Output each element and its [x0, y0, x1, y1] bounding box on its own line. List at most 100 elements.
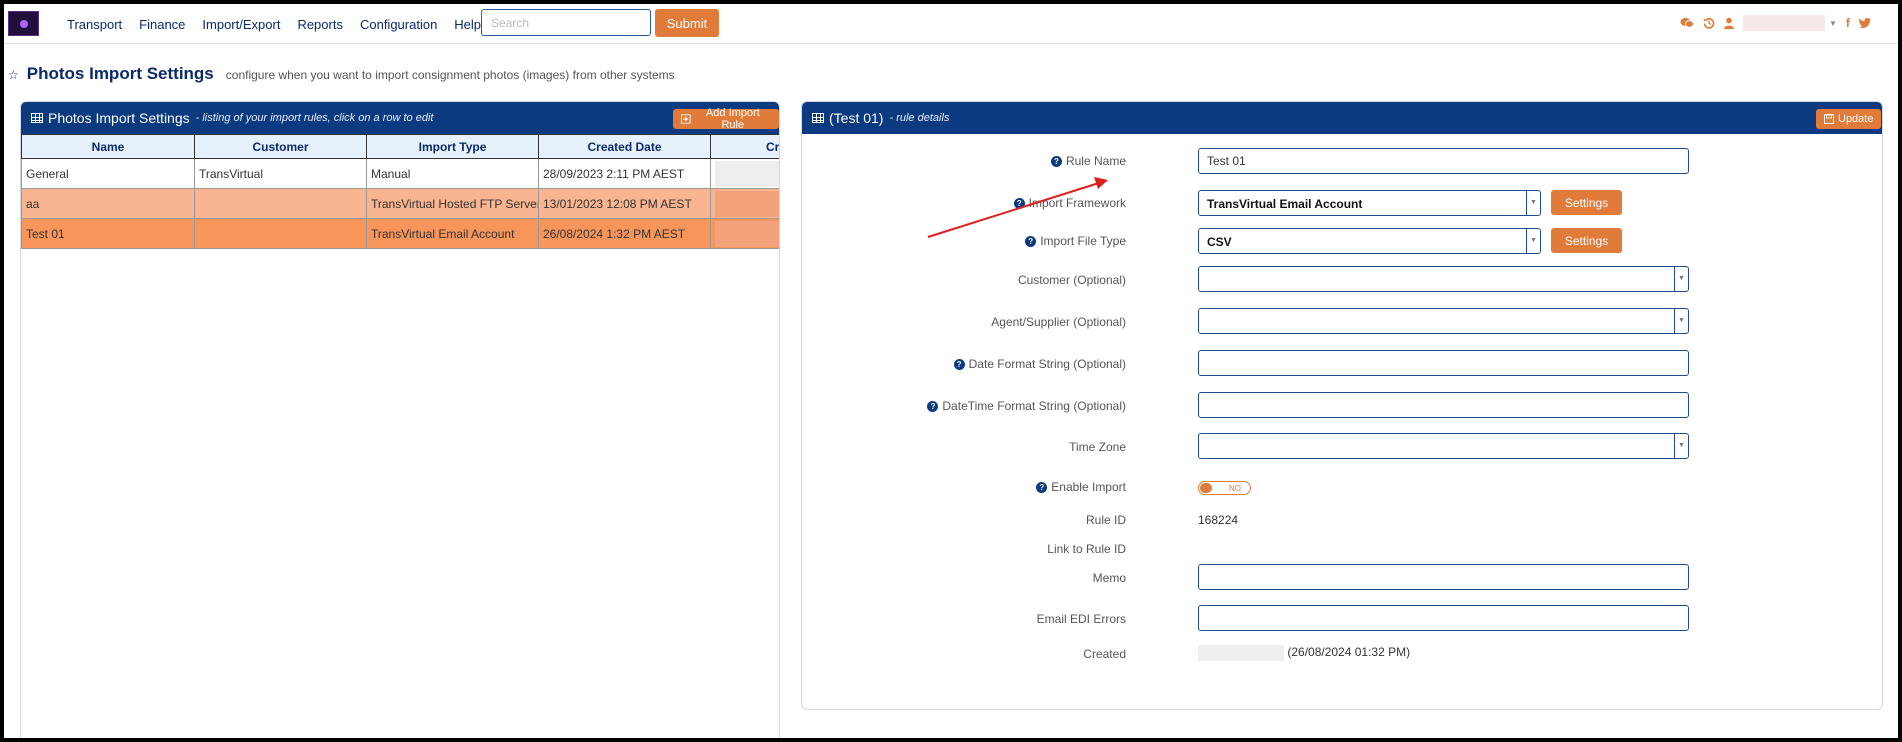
search-input[interactable]: [481, 9, 651, 36]
datetime-format-input[interactable]: [1198, 392, 1689, 418]
table-row[interactable]: General TransVirtual Manual 28/09/2023 2…: [21, 158, 779, 189]
created-by-redacted: [1198, 645, 1284, 661]
col-header-import-type[interactable]: Import Type: [366, 134, 539, 159]
created-value: (26/08/2024 01:32 PM): [1198, 645, 1410, 661]
toggle-state-text: NO: [1229, 484, 1241, 493]
import-file-type-value: CSV: [1207, 235, 1232, 249]
company-logo[interactable]: [8, 11, 39, 36]
cell-created-by: [710, 218, 779, 249]
cell-created-date: 26/08/2024 1:32 PM AEST: [538, 218, 711, 249]
chevron-down-icon[interactable]: ▼: [1526, 229, 1540, 253]
details-panel-subtitle: - rule details: [889, 112, 950, 124]
cell-name: General: [21, 158, 195, 189]
update-button[interactable]: Update: [1816, 109, 1882, 129]
link-rule-id-label: Link to Rule ID: [1047, 542, 1126, 556]
import-framework-value: TransVirtual Email Account: [1207, 197, 1363, 211]
menu-transport[interactable]: Transport: [67, 17, 122, 32]
user-icon[interactable]: [1724, 17, 1734, 29]
help-icon[interactable]: ?: [1025, 236, 1037, 248]
chevron-down-icon[interactable]: ▼: [1674, 309, 1688, 333]
agent-supplier-select[interactable]: ▼: [1198, 308, 1689, 334]
menu-configuration[interactable]: Configuration: [360, 17, 437, 32]
rule-id-label: Rule ID: [1085, 513, 1126, 527]
rules-panel-subtitle: - listing of your import rules, click on…: [195, 112, 434, 124]
enable-import-label: ? Enable Import: [1036, 480, 1126, 494]
table-row-selected[interactable]: Test 01 TransVirtual Email Account 26/08…: [21, 218, 779, 249]
memo-input[interactable]: [1198, 564, 1689, 590]
details-panel-header: (Test 01) - rule details Update: [802, 102, 1882, 134]
import-rules-panel: Photos Import Settings - listing of your…: [20, 101, 780, 738]
rules-panel-title: Photos Import Settings: [48, 110, 190, 126]
help-icon[interactable]: ?: [1013, 198, 1025, 210]
table-row[interactable]: aa TransVirtual Hosted FTP Server 13/01/…: [21, 188, 779, 219]
chat-icon[interactable]: [1680, 17, 1694, 29]
table-icon: [31, 113, 43, 123]
col-header-customer[interactable]: Customer: [194, 134, 367, 159]
search-submit-button[interactable]: Submit: [655, 9, 719, 37]
customer-label: Customer (Optional): [1017, 273, 1126, 287]
update-label: Update: [1838, 113, 1874, 125]
framework-settings-button[interactable]: Settings: [1551, 190, 1622, 215]
user-name-redacted[interactable]: [1743, 15, 1825, 31]
add-import-rule-button[interactable]: Add Import Rule: [673, 107, 779, 131]
star-icon[interactable]: ☆: [8, 68, 19, 82]
menu-import-export[interactable]: Import/Export: [202, 17, 280, 32]
help-icon[interactable]: ?: [1036, 482, 1048, 494]
created-timestamp: (26/08/2024 01:32 PM): [1287, 645, 1411, 660]
rule-name-label: ? Rule Name: [1050, 154, 1126, 168]
created-by-redacted: [715, 160, 779, 187]
facebook-icon[interactable]: f: [1846, 16, 1850, 30]
time-zone-label: Time Zone: [1069, 440, 1126, 454]
date-format-label: ? Date Format String (Optional): [953, 357, 1126, 371]
table-icon: [812, 113, 824, 123]
chevron-down-icon[interactable]: ▼: [1674, 434, 1688, 458]
help-icon[interactable]: ?: [927, 401, 939, 413]
rule-name-input[interactable]: [1198, 148, 1689, 174]
cell-customer: [194, 188, 367, 219]
import-file-type-select[interactable]: CSV ▼: [1198, 228, 1541, 254]
file-type-settings-button[interactable]: Settings: [1551, 228, 1622, 253]
history-icon[interactable]: [1703, 17, 1715, 29]
rules-panel-header: Photos Import Settings - listing of your…: [21, 102, 779, 134]
email-edi-errors-label: Email EDI Errors: [1036, 612, 1126, 626]
datetime-format-label: ? DateTime Format String (Optional): [927, 399, 1126, 413]
chevron-down-icon[interactable]: ▼: [1526, 191, 1540, 215]
main-menu: Transport Finance Import/Export Reports …: [67, 4, 481, 44]
rule-details-panel: (Test 01) - rule details Update ? Rule Na…: [801, 101, 1883, 710]
chevron-down-icon[interactable]: ▼: [1674, 267, 1688, 291]
cell-import-type: Manual: [366, 158, 539, 189]
menu-help[interactable]: Help: [454, 17, 481, 32]
time-zone-select[interactable]: ▼: [1198, 433, 1689, 459]
page-subtitle: configure when you want to import consig…: [225, 68, 675, 82]
details-panel-title: (Test 01): [829, 110, 884, 126]
col-header-name[interactable]: Name: [21, 134, 195, 159]
menu-reports[interactable]: Reports: [297, 17, 343, 32]
customer-select[interactable]: ▼: [1198, 266, 1689, 292]
top-navbar: Transport Finance Import/Export Reports …: [4, 4, 1898, 44]
cell-name: aa: [21, 188, 195, 219]
created-by-redacted: [715, 190, 779, 217]
page-title: Photos Import Settings: [26, 64, 214, 83]
cell-import-type: TransVirtual Hosted FTP Server: [366, 188, 539, 219]
help-icon[interactable]: ?: [1050, 156, 1062, 168]
email-edi-errors-input[interactable]: [1198, 605, 1689, 631]
date-format-input[interactable]: [1198, 350, 1689, 376]
import-framework-select[interactable]: TransVirtual Email Account ▼: [1198, 190, 1541, 216]
import-file-type-label: ? Import File Type: [1025, 234, 1126, 248]
cell-created-by: [710, 188, 779, 219]
twitter-icon[interactable]: [1858, 18, 1871, 28]
memo-label: Memo: [1092, 571, 1126, 585]
table-header-row: Name Customer Import Type Created Date C…: [21, 134, 779, 159]
col-header-created-by[interactable]: Created by: [710, 134, 779, 159]
cell-import-type: TransVirtual Email Account: [366, 218, 539, 249]
user-toolbar: ▼ f: [1680, 15, 1871, 31]
chevron-down-icon[interactable]: ▼: [1829, 19, 1837, 28]
app-window: Transport Finance Import/Export Reports …: [4, 4, 1898, 738]
help-icon[interactable]: ?: [953, 359, 965, 371]
menu-finance[interactable]: Finance: [139, 17, 185, 32]
cell-name: Test 01: [21, 218, 195, 249]
enable-import-toggle[interactable]: NO: [1198, 481, 1251, 495]
cell-customer: [194, 218, 367, 249]
add-import-rule-label: Add Import Rule: [705, 107, 760, 131]
col-header-created-date[interactable]: Created Date: [538, 134, 711, 159]
